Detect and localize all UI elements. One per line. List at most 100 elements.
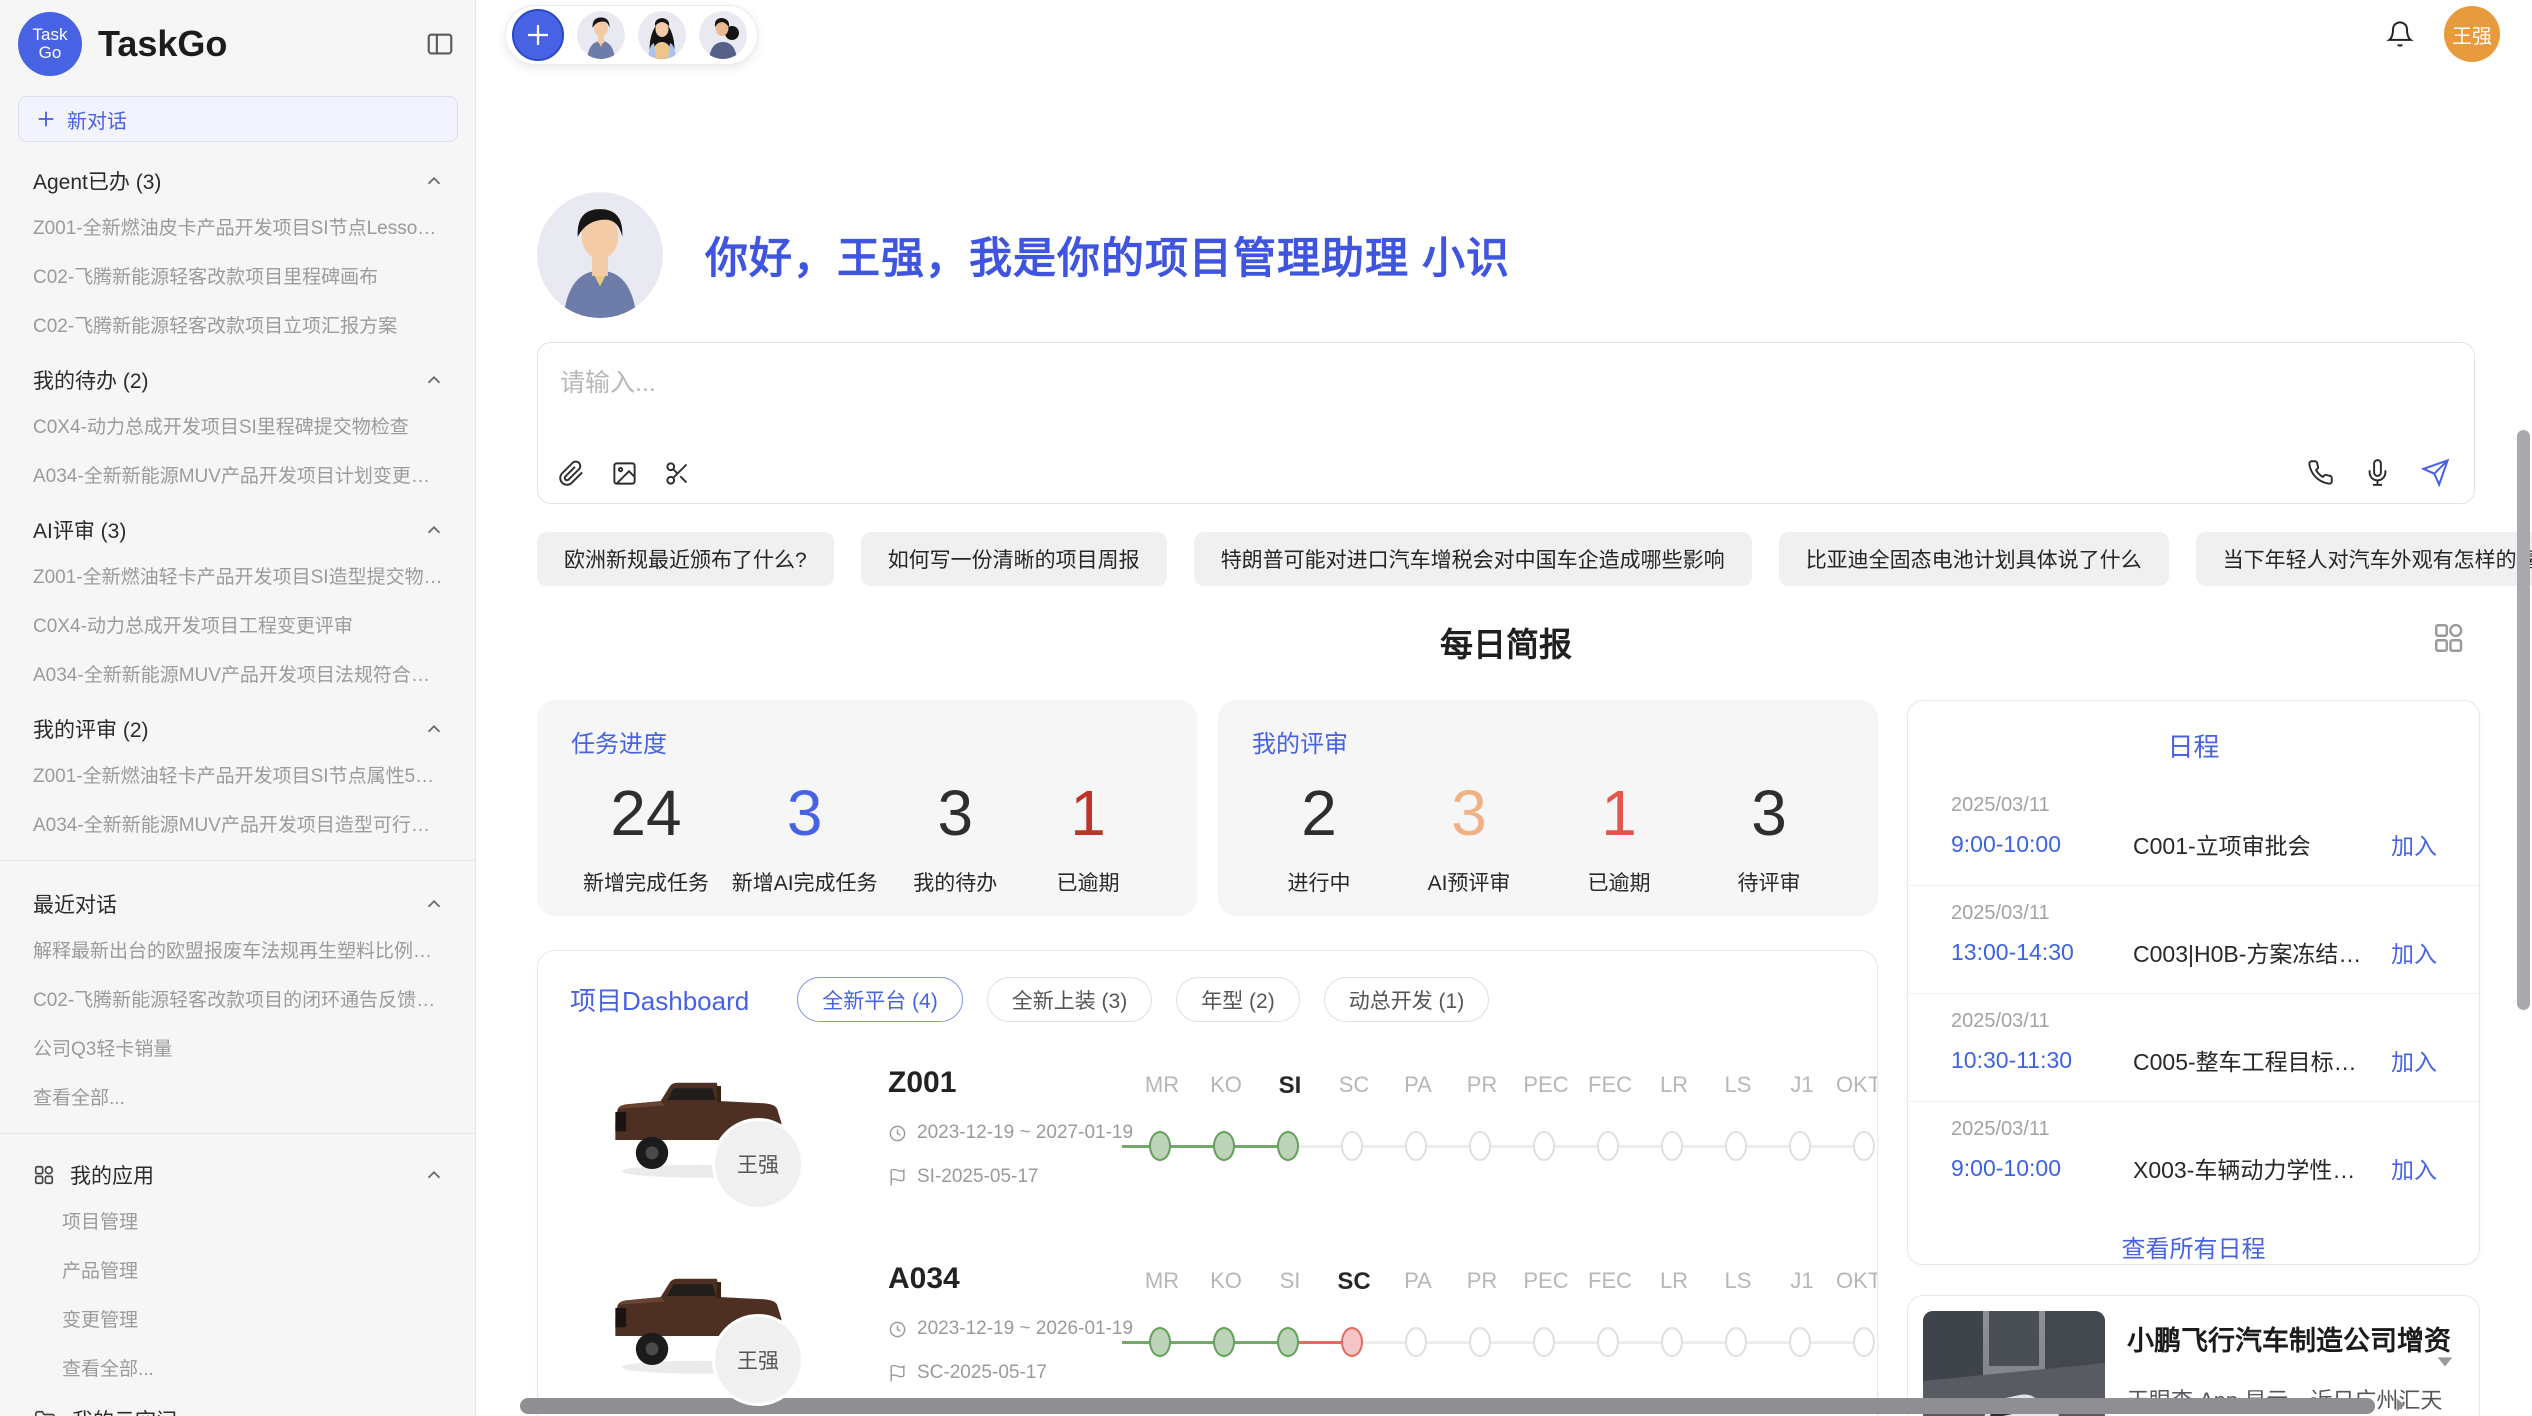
paperclip-icon[interactable]: [558, 460, 585, 487]
horizontal-scrollbar[interactable]: [520, 1398, 2375, 1414]
milestone-node[interactable]: [1149, 1327, 1171, 1357]
schedule-title: 日程: [1908, 701, 2479, 778]
scroll-right-icon[interactable]: [2390, 1395, 2410, 1415]
sidebar-chat-item[interactable]: C0X4-动力总成开发项目SI里程碑提交物检查: [0, 401, 475, 450]
chevron-up-icon[interactable]: [423, 718, 445, 740]
new-chat-button[interactable]: 新对话: [18, 96, 458, 142]
sidebar-item-my-apps[interactable]: 我的应用: [0, 1146, 475, 1196]
phone-icon[interactable]: [2307, 459, 2334, 486]
chevron-up-icon[interactable]: [423, 170, 445, 192]
sidebar-chat-item[interactable]: Z001-全新燃油轻卡产品开发项目SI造型提交物评审: [0, 551, 475, 600]
card-title: 我的评审: [1252, 724, 1836, 759]
project-flag-date: SI-2025-05-17: [917, 1166, 1038, 1188]
milestone-node[interactable]: [1213, 1131, 1235, 1161]
schedule-date: 2025/03/11: [1951, 902, 2437, 925]
milestone-node[interactable]: [1661, 1131, 1683, 1161]
notifications-bell-icon[interactable]: [2386, 20, 2414, 48]
filter-chip[interactable]: 年型 (2): [1176, 977, 1300, 1022]
message-input[interactable]: 请输入...: [560, 363, 2302, 423]
suggestion-chip[interactable]: 如何写一份清晰的项目周报: [861, 532, 1167, 586]
project-row[interactable]: 王强 A034 2023-12-19 ~ 2026-01-19: [570, 1246, 1877, 1414]
chevron-up-icon[interactable]: [423, 369, 445, 391]
milestone-node[interactable]: [1469, 1327, 1491, 1357]
avatar[interactable]: [638, 11, 686, 59]
sidebar-chat-item[interactable]: A034-全新新能源MUV产品开发项目法规符合性评审: [0, 649, 475, 698]
sidebar-chat-item[interactable]: Z001-全新燃油皮卡产品开发项目SI节点Lesson Learn报告: [0, 202, 475, 251]
image-icon[interactable]: [611, 460, 638, 487]
milestone-node[interactable]: [1405, 1131, 1427, 1161]
milestone-node[interactable]: [1661, 1327, 1683, 1357]
stat: 3 我的待办: [900, 773, 1010, 897]
milestone-node[interactable]: [1469, 1131, 1491, 1161]
sidebar-chat-item[interactable]: C0X4-动力总成开发项目工程变更评审: [0, 600, 475, 649]
milestone-node[interactable]: [1597, 1131, 1619, 1161]
milestone-label: PA: [1388, 1072, 1448, 1098]
scissors-icon[interactable]: [664, 460, 691, 487]
suggestion-chip[interactable]: 特朗普可能对进口汽车增税会对中国车企造成哪些影响: [1194, 532, 1752, 586]
filter-chip[interactable]: 全新平台 (4): [797, 977, 963, 1022]
milestone-node[interactable]: [1853, 1327, 1875, 1357]
sidebar-chat-item[interactable]: 公司Q3轻卡销量: [0, 1023, 475, 1072]
sidebar-app-item[interactable]: 项目管理: [0, 1196, 475, 1245]
add-member-button[interactable]: [512, 9, 564, 61]
sidebar-chat-item[interactable]: C02-飞腾新能源轻客改款项目立项汇报方案: [0, 300, 475, 349]
suggestion-chip[interactable]: 比亚迪全固态电池计划具体说了什么: [1779, 532, 2169, 586]
schedule-time: 9:00-10:00: [1951, 1155, 2109, 1182]
chevron-up-icon[interactable]: [423, 1164, 445, 1186]
project-row[interactable]: 王强 Z001 2023-12-19 ~ 2027-01-19: [570, 1050, 1877, 1218]
milestone-node[interactable]: [1533, 1131, 1555, 1161]
filter-chip[interactable]: 全新上装 (3): [987, 977, 1153, 1022]
send-icon[interactable]: [2421, 458, 2450, 487]
milestone-node[interactable]: [1789, 1327, 1811, 1357]
suggestion-chip[interactable]: 当下年轻人对汽车外观有怎样的喜好趋势: [2196, 532, 2532, 586]
milestone-node[interactable]: [1789, 1131, 1811, 1161]
scroll-down-icon[interactable]: [2434, 1350, 2456, 1372]
milestone-node[interactable]: [1533, 1327, 1555, 1357]
recent-view-all[interactable]: 查看全部...: [0, 1072, 475, 1121]
section-title: 我的评审 (2): [33, 714, 149, 744]
milestone-node[interactable]: [1725, 1327, 1747, 1357]
schedule-time: 10:30-11:30: [1951, 1047, 2109, 1074]
sidebar-item-cloud-space[interactable]: 我的云空间: [0, 1392, 475, 1416]
greeting-block: 你好，王强，我是你的项目管理助理 小识: [537, 192, 2475, 318]
milestone-label: LS: [1708, 1268, 1768, 1294]
join-link[interactable]: 加入: [2391, 1151, 2437, 1185]
milestone-node[interactable]: [1405, 1327, 1427, 1357]
join-link[interactable]: 加入: [2391, 935, 2437, 969]
suggestion-chip[interactable]: 欧洲新规最近颁布了什么?: [537, 532, 834, 586]
avatar[interactable]: [577, 11, 625, 59]
milestone-node[interactable]: [1853, 1131, 1875, 1161]
milestone-node[interactable]: [1277, 1131, 1299, 1161]
sidebar-chat-item[interactable]: A034-全新新能源MUV产品开发项目造型可行性评审: [0, 799, 475, 848]
milestone-node[interactable]: [1341, 1327, 1363, 1357]
join-link[interactable]: 加入: [2391, 827, 2437, 861]
filter-chip[interactable]: 动总开发 (1): [1324, 977, 1490, 1022]
apps-view-all[interactable]: 查看全部...: [0, 1343, 475, 1392]
sidebar-chat-item[interactable]: 解释最新出台的欧盟报废车法规再生塑料比例被调至15%...: [0, 925, 475, 974]
vertical-scrollbar[interactable]: [2517, 430, 2530, 1010]
milestone-node[interactable]: [1597, 1327, 1619, 1357]
chevron-up-icon[interactable]: [423, 893, 445, 915]
logo-line1: Task: [33, 26, 68, 44]
milestone-node[interactable]: [1341, 1131, 1363, 1161]
milestone-node[interactable]: [1725, 1131, 1747, 1161]
stat: 2 进行中: [1264, 773, 1374, 897]
sidebar-app-item[interactable]: 产品管理: [0, 1245, 475, 1294]
sidebar-chat-item[interactable]: A034-全新新能源MUV产品开发项目计划变更表编写: [0, 450, 475, 499]
sidebar-chat-item[interactable]: Z001-全新燃油轻卡产品开发项目SI节点属性5D文件评审: [0, 750, 475, 799]
milestone-label: LR: [1644, 1268, 1704, 1294]
layout-grid-icon[interactable]: [2431, 620, 2467, 656]
join-link[interactable]: 加入: [2391, 1043, 2437, 1077]
sidebar-chat-item[interactable]: C02-飞腾新能源轻客改款项目里程碑画布: [0, 251, 475, 300]
user-avatar[interactable]: 王强: [2444, 6, 2500, 62]
sidebar-app-item[interactable]: 变更管理: [0, 1294, 475, 1343]
milestone-node[interactable]: [1277, 1327, 1299, 1357]
collapse-sidebar-icon[interactable]: [425, 29, 455, 59]
sidebar-chat-item[interactable]: C02-飞腾新能源轻客改款项目的闭环通告反馈情况: [0, 974, 475, 1023]
milestone-node[interactable]: [1213, 1327, 1235, 1357]
chevron-up-icon[interactable]: [423, 519, 445, 541]
milestone-node[interactable]: [1149, 1131, 1171, 1161]
avatar[interactable]: [699, 11, 747, 59]
microphone-icon[interactable]: [2364, 459, 2391, 486]
view-all-schedule-link[interactable]: 查看所有日程: [1908, 1209, 2479, 1265]
